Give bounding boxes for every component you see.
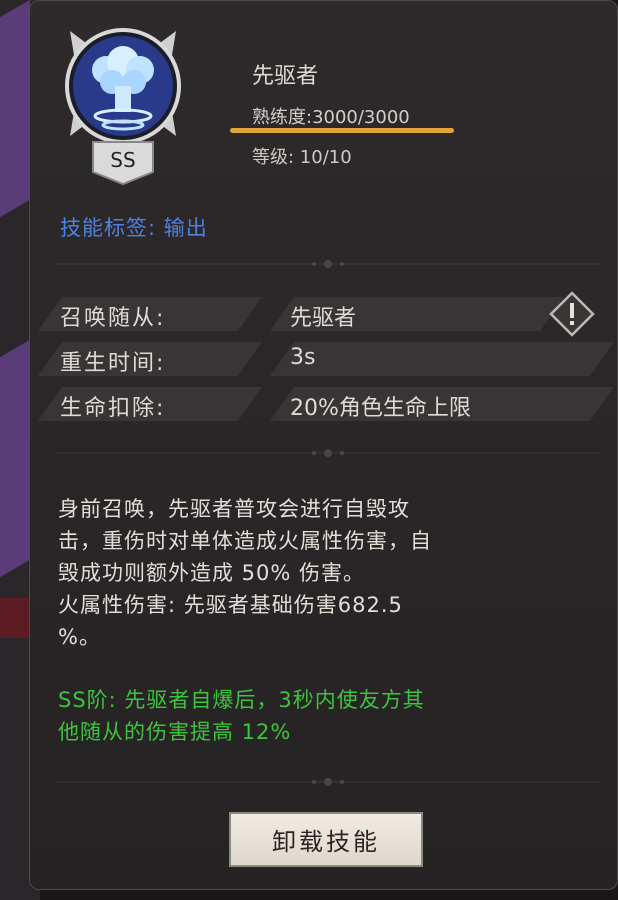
stat-row-bg (270, 342, 614, 376)
exclamation-diamond-icon[interactable] (548, 290, 596, 338)
divider (56, 260, 600, 268)
proficiency-text: 熟练度:3000/3000 (252, 107, 410, 128)
unload-skill-button[interactable]: 卸载技能 (229, 812, 423, 867)
skill-description: 身前召唤，先驱者普攻会进行自毁攻 击，重伤时对单体造成火属性伤害，自 毁成功则额… (58, 497, 432, 649)
stat-value-respawn: 3s (290, 345, 316, 370)
divider (56, 449, 600, 457)
skill-name: 先驱者 (252, 64, 319, 89)
ss-bonus-text: SS阶: 先驱者自爆后，3秒内使友方其 他随从的伤害提高 12% (58, 688, 425, 744)
skill-level: 等级: 10/10 (252, 147, 352, 168)
skill-emblem: SS (65, 28, 181, 186)
grade-badge: SS (92, 141, 154, 186)
background-card-decoration (0, 339, 30, 601)
stat-label-respawn: 重生时间: (60, 351, 166, 376)
divider (56, 778, 600, 786)
stat-value-hp-cost: 20%角色生命上限 (290, 396, 471, 421)
stat-value-summon: 先驱者 (290, 306, 357, 331)
stat-label-summon: 召唤随从: (60, 306, 166, 331)
stat-label-hp-cost: 生命扣除: (60, 396, 166, 421)
skill-tag: 技能标签: 输出 (60, 216, 208, 240)
svg-text:SS: SS (110, 148, 135, 172)
proficiency-bar (230, 128, 454, 133)
